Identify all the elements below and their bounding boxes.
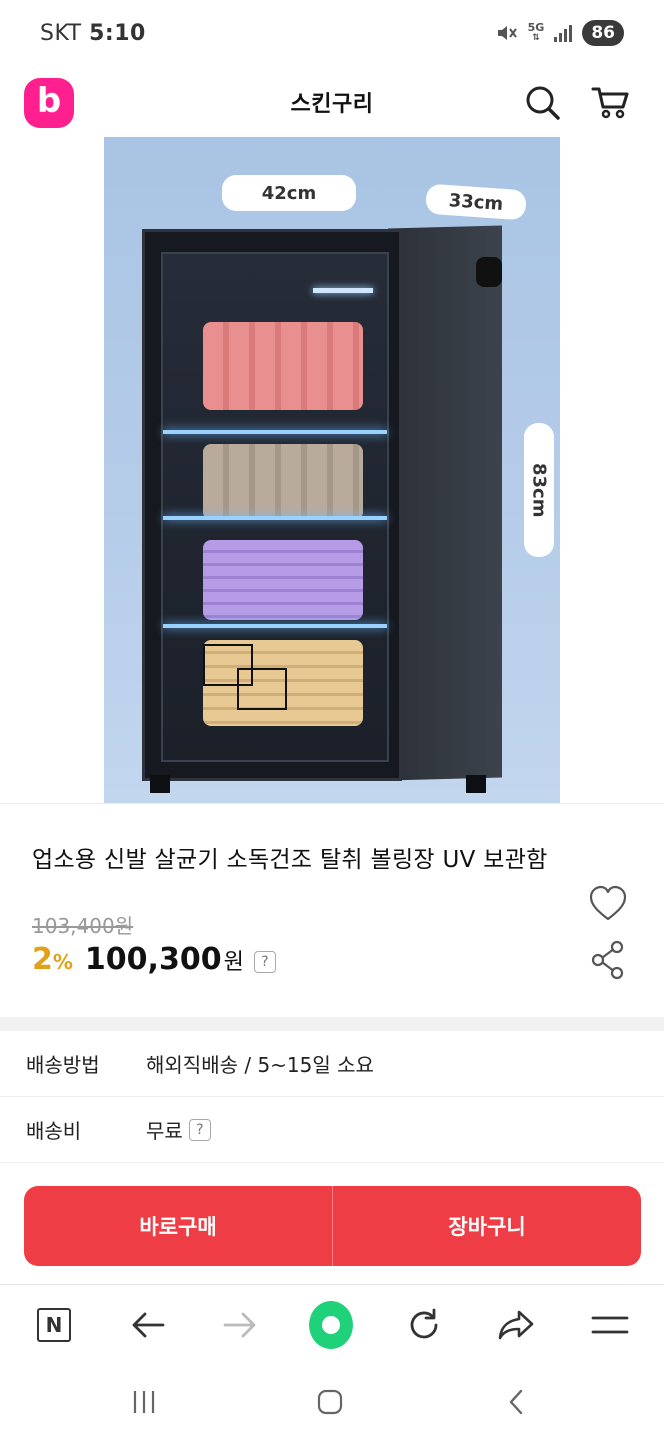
shipping-help-button[interactable]: ? [188, 1118, 211, 1141]
shipping-fee-row: 배송비 무료 ? [0, 1097, 664, 1163]
shelf [163, 516, 387, 520]
menu-icon [591, 1316, 629, 1334]
product-name: 업소용 신발 살균기 소독건조 탈취 볼링장 UV 보관함 [32, 847, 548, 873]
signal-icon [554, 24, 573, 42]
price-help-button[interactable]: ? [253, 951, 276, 973]
browser-toolbar: N [0, 1284, 664, 1364]
green-dot-button[interactable] [309, 1301, 353, 1349]
n-home-button[interactable]: N [32, 1303, 76, 1347]
cabinet-glass [161, 252, 389, 762]
green-circle-icon [309, 1301, 353, 1349]
add-to-cart-button[interactable]: 장바구니 [332, 1186, 641, 1266]
share-arrow-icon [498, 1310, 534, 1340]
status-left: SKT 5:10 [40, 21, 146, 46]
shelf [163, 624, 387, 628]
discount-unit: % [52, 950, 73, 974]
network-label: 5G [527, 21, 545, 34]
width-label: 42cm [222, 175, 356, 211]
status-bar: SKT 5:10 5G ⇅ 86 [0, 0, 664, 66]
shipping-method-row: 배송방법 해외직배송 / 5~15일 소요 [0, 1031, 664, 1097]
heart-icon[interactable] [588, 884, 628, 924]
share-icon[interactable] [590, 940, 626, 980]
sale-price: 100,300 [84, 942, 222, 977]
cabinet-foot [466, 775, 486, 793]
product-image[interactable]: 42cm 33cm 83cm [104, 137, 560, 803]
chevron-left-icon [509, 1389, 523, 1415]
cabinet-body [142, 229, 402, 781]
recent-apps-button[interactable] [124, 1384, 164, 1420]
refresh-button[interactable] [402, 1303, 446, 1347]
product-info: 업소용 신발 살균기 소독건조 탈취 볼링장 UV 보관함 103,400원 2… [0, 803, 664, 1017]
shipping-method-label: 배송방법 [26, 1053, 100, 1077]
shipping-method-value: 해외직배송 / 5~15일 소요 [146, 1053, 374, 1077]
depth-label: 33cm [425, 183, 527, 221]
cart-icon[interactable] [590, 82, 630, 122]
back-arrow-icon [132, 1312, 165, 1338]
system-back-button[interactable] [496, 1384, 536, 1420]
height-label: 83cm [524, 423, 554, 557]
network-indicator: 5G ⇅ [527, 21, 545, 43]
sale-currency: 원 [223, 950, 244, 975]
forward-arrow-icon [223, 1312, 256, 1338]
recent-apps-icon [133, 1391, 155, 1413]
forward-button[interactable] [218, 1303, 262, 1347]
cabinet-knob [476, 257, 502, 287]
home-icon [317, 1389, 343, 1415]
share-page-button[interactable] [494, 1303, 538, 1347]
shipping-fee-label: 배송비 [26, 1119, 82, 1143]
buy-now-button[interactable]: 바로구매 [24, 1186, 332, 1266]
shipping-fee-value: 무료 [146, 1119, 183, 1143]
n-icon: N [37, 1308, 71, 1342]
cabinet-foot [150, 775, 170, 793]
original-price: 103,400원 [32, 914, 134, 938]
status-right: 5G ⇅ 86 [496, 20, 624, 46]
system-navigation [0, 1364, 664, 1440]
section-divider [0, 1017, 664, 1031]
price-row: 2% 100,300 원 ? [32, 942, 276, 977]
search-icon[interactable] [522, 82, 562, 122]
discount-rate: 2% [32, 942, 85, 977]
refresh-icon [410, 1308, 438, 1339]
app-header: b 스킨구리 [0, 66, 664, 138]
battery-badge: 86 [582, 20, 624, 46]
discount-value: 2 [32, 942, 53, 977]
cabinet-side [388, 225, 502, 781]
purchase-actions: 바로구매 장바구니 [24, 1186, 641, 1266]
carrier: SKT [40, 20, 82, 46]
clock: 5:10 [89, 20, 146, 46]
home-button[interactable] [310, 1384, 350, 1420]
menu-button[interactable] [588, 1303, 632, 1347]
shelf [163, 430, 387, 434]
back-button[interactable] [126, 1303, 170, 1347]
shop-title: 스킨구리 [290, 92, 374, 117]
mute-icon [497, 26, 517, 40]
shipping-fee-value-wrap: 무료 ? [146, 1115, 211, 1144]
